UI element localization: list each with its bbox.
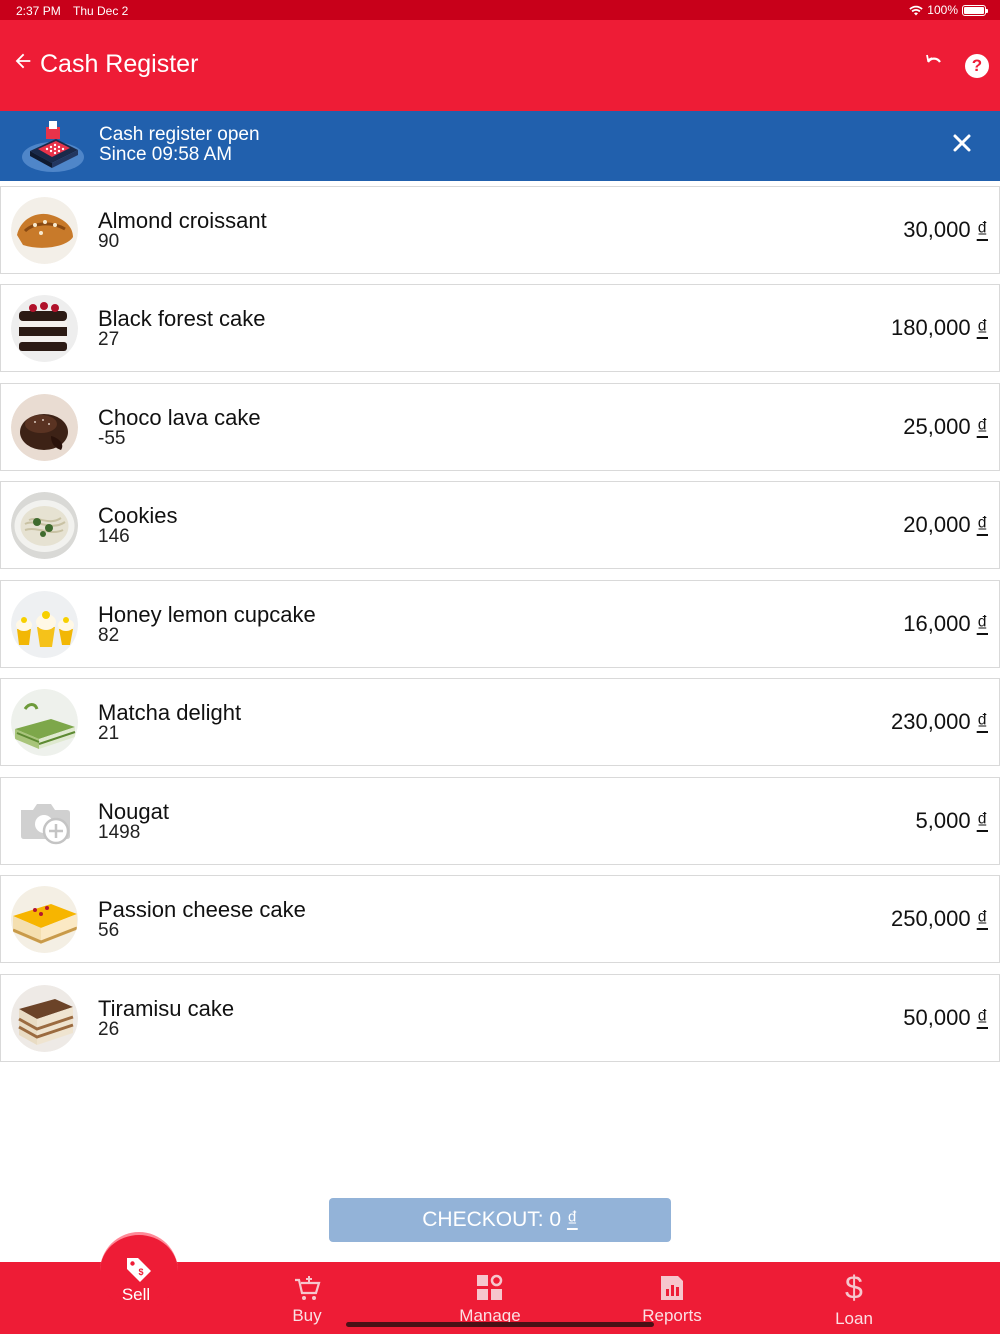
product-quantity: 146 xyxy=(98,526,130,547)
passion-cheese-cake-image xyxy=(11,886,78,953)
product-price: 180,000 ₫ xyxy=(891,315,988,341)
price-value: 20,000 xyxy=(903,512,971,537)
price-value: 180,000 xyxy=(891,315,971,340)
battery-percent: 100% xyxy=(927,3,958,17)
checkout-button[interactable]: CHECKOUT: 0 ₫ xyxy=(329,1198,671,1242)
choco-lava-cake-image xyxy=(11,394,78,461)
price-value: 230,000 xyxy=(891,709,971,734)
svg-text:$: $ xyxy=(845,1270,863,1304)
currency-symbol: ₫ xyxy=(976,611,988,636)
product-quantity: 90 xyxy=(98,231,120,252)
product-name: Almond croissant xyxy=(98,208,267,233)
camera-add-icon xyxy=(11,788,78,855)
cookies-image xyxy=(11,492,78,559)
currency-symbol: ₫ xyxy=(976,414,988,439)
currency-symbol: ₫ xyxy=(976,906,988,931)
tab-loan[interactable]: $ Loan xyxy=(794,1262,914,1334)
reports-icon xyxy=(661,1276,683,1300)
checkout-currency: ₫ xyxy=(566,1208,578,1231)
product-price: 25,000 ₫ xyxy=(903,414,988,440)
product-quantity: 56 xyxy=(98,920,120,941)
product-price: 16,000 ₫ xyxy=(903,611,988,637)
status-right: 100% xyxy=(909,3,988,17)
product-price: 250,000 ₫ xyxy=(891,906,988,932)
product-quantity: 1498 xyxy=(98,822,141,843)
dollar-icon: $ xyxy=(845,1270,863,1304)
black-forest-cake-image xyxy=(11,295,78,362)
home-indicator xyxy=(346,1322,654,1327)
product-name: Honey lemon cupcake xyxy=(98,602,316,627)
product-row[interactable]: Black forest cake 27 180,000 ₫ xyxy=(0,284,1000,372)
product-price: 30,000 ₫ xyxy=(903,217,988,243)
price-value: 5,000 xyxy=(915,808,971,833)
currency-symbol: ₫ xyxy=(976,217,988,242)
matcha-delight-image xyxy=(11,689,78,756)
price-value: 50,000 xyxy=(903,1005,971,1030)
product-row[interactable]: Passion cheese cake 56 250,000 ₫ xyxy=(0,875,1000,963)
product-quantity: -55 xyxy=(98,428,126,449)
app-bar: Cash Register ? xyxy=(0,20,1000,111)
tab-sell-label: Sell xyxy=(121,1285,151,1304)
product-name: Black forest cake xyxy=(98,306,266,331)
price-value: 250,000 xyxy=(891,906,971,931)
product-quantity: 82 xyxy=(98,625,120,646)
product-row[interactable]: Nougat 1498 5,000 ₫ xyxy=(0,777,1000,865)
currency-symbol: ₫ xyxy=(976,1005,988,1030)
product-price: 20,000 ₫ xyxy=(903,512,988,538)
product-name: Passion cheese cake xyxy=(98,897,306,922)
cart-icon xyxy=(295,1276,321,1300)
product-row[interactable]: Matcha delight 21 230,000 ₫ xyxy=(0,678,1000,766)
currency-symbol: ₫ xyxy=(976,808,988,833)
help-icon[interactable]: ? xyxy=(965,54,989,78)
sync-icon[interactable] xyxy=(924,52,944,72)
product-row[interactable]: Tiramisu cake 26 50,000 ₫ xyxy=(0,974,1000,1062)
status-time: 2:37 PM xyxy=(16,4,61,18)
svg-text:$: $ xyxy=(138,1267,143,1277)
tab-sell[interactable]: $ Sell xyxy=(100,1232,178,1310)
battery-icon xyxy=(962,4,988,16)
product-row[interactable]: Cookies 146 20,000 ₫ xyxy=(0,481,1000,569)
honey-lemon-cupcake-image xyxy=(11,591,78,658)
price-value: 30,000 xyxy=(903,217,971,242)
product-price: 5,000 ₫ xyxy=(916,808,988,834)
product-name: Matcha delight xyxy=(98,700,242,725)
price-value: 16,000 xyxy=(903,611,971,636)
currency-symbol: ₫ xyxy=(976,315,988,340)
wifi-icon xyxy=(909,5,923,15)
currency-symbol: ₫ xyxy=(976,709,988,734)
almond-croissant-image xyxy=(11,197,78,264)
tab-loan-label: Loan xyxy=(835,1309,873,1328)
price-tag-icon: $ xyxy=(127,1258,151,1282)
status-date: Thu Dec 2 xyxy=(73,4,129,18)
close-icon[interactable] xyxy=(950,131,974,155)
product-price: 50,000 ₫ xyxy=(903,1005,988,1031)
product-quantity: 21 xyxy=(98,723,120,744)
product-row[interactable]: Almond croissant 90 30,000 ₫ xyxy=(0,186,1000,274)
product-row[interactable]: Honey lemon cupcake 82 16,000 ₫ xyxy=(0,580,1000,668)
product-quantity: 27 xyxy=(98,329,120,350)
register-open-text: Cash register open xyxy=(99,124,260,145)
price-value: 25,000 xyxy=(903,414,971,439)
register-status-banner: Cash register open Since 09:58 AM xyxy=(0,111,1000,181)
cash-register-icon xyxy=(22,121,84,172)
manage-grid-icon xyxy=(477,1274,503,1300)
register-since-text: Since 09:58 AM xyxy=(99,144,233,165)
status-bar: 2:37 PM Thu Dec 2 100% xyxy=(0,0,1000,20)
currency-symbol: ₫ xyxy=(976,512,988,537)
product-row[interactable]: Choco lava cake -55 25,000 ₫ xyxy=(0,383,1000,471)
page-title: Cash Register xyxy=(40,50,199,78)
tiramisu-cake-image xyxy=(11,985,78,1052)
product-price: 230,000 ₫ xyxy=(891,709,988,735)
back-arrow-icon[interactable] xyxy=(12,50,34,72)
product-quantity: 26 xyxy=(98,1019,120,1040)
checkout-label: CHECKOUT: 0 xyxy=(422,1208,562,1231)
